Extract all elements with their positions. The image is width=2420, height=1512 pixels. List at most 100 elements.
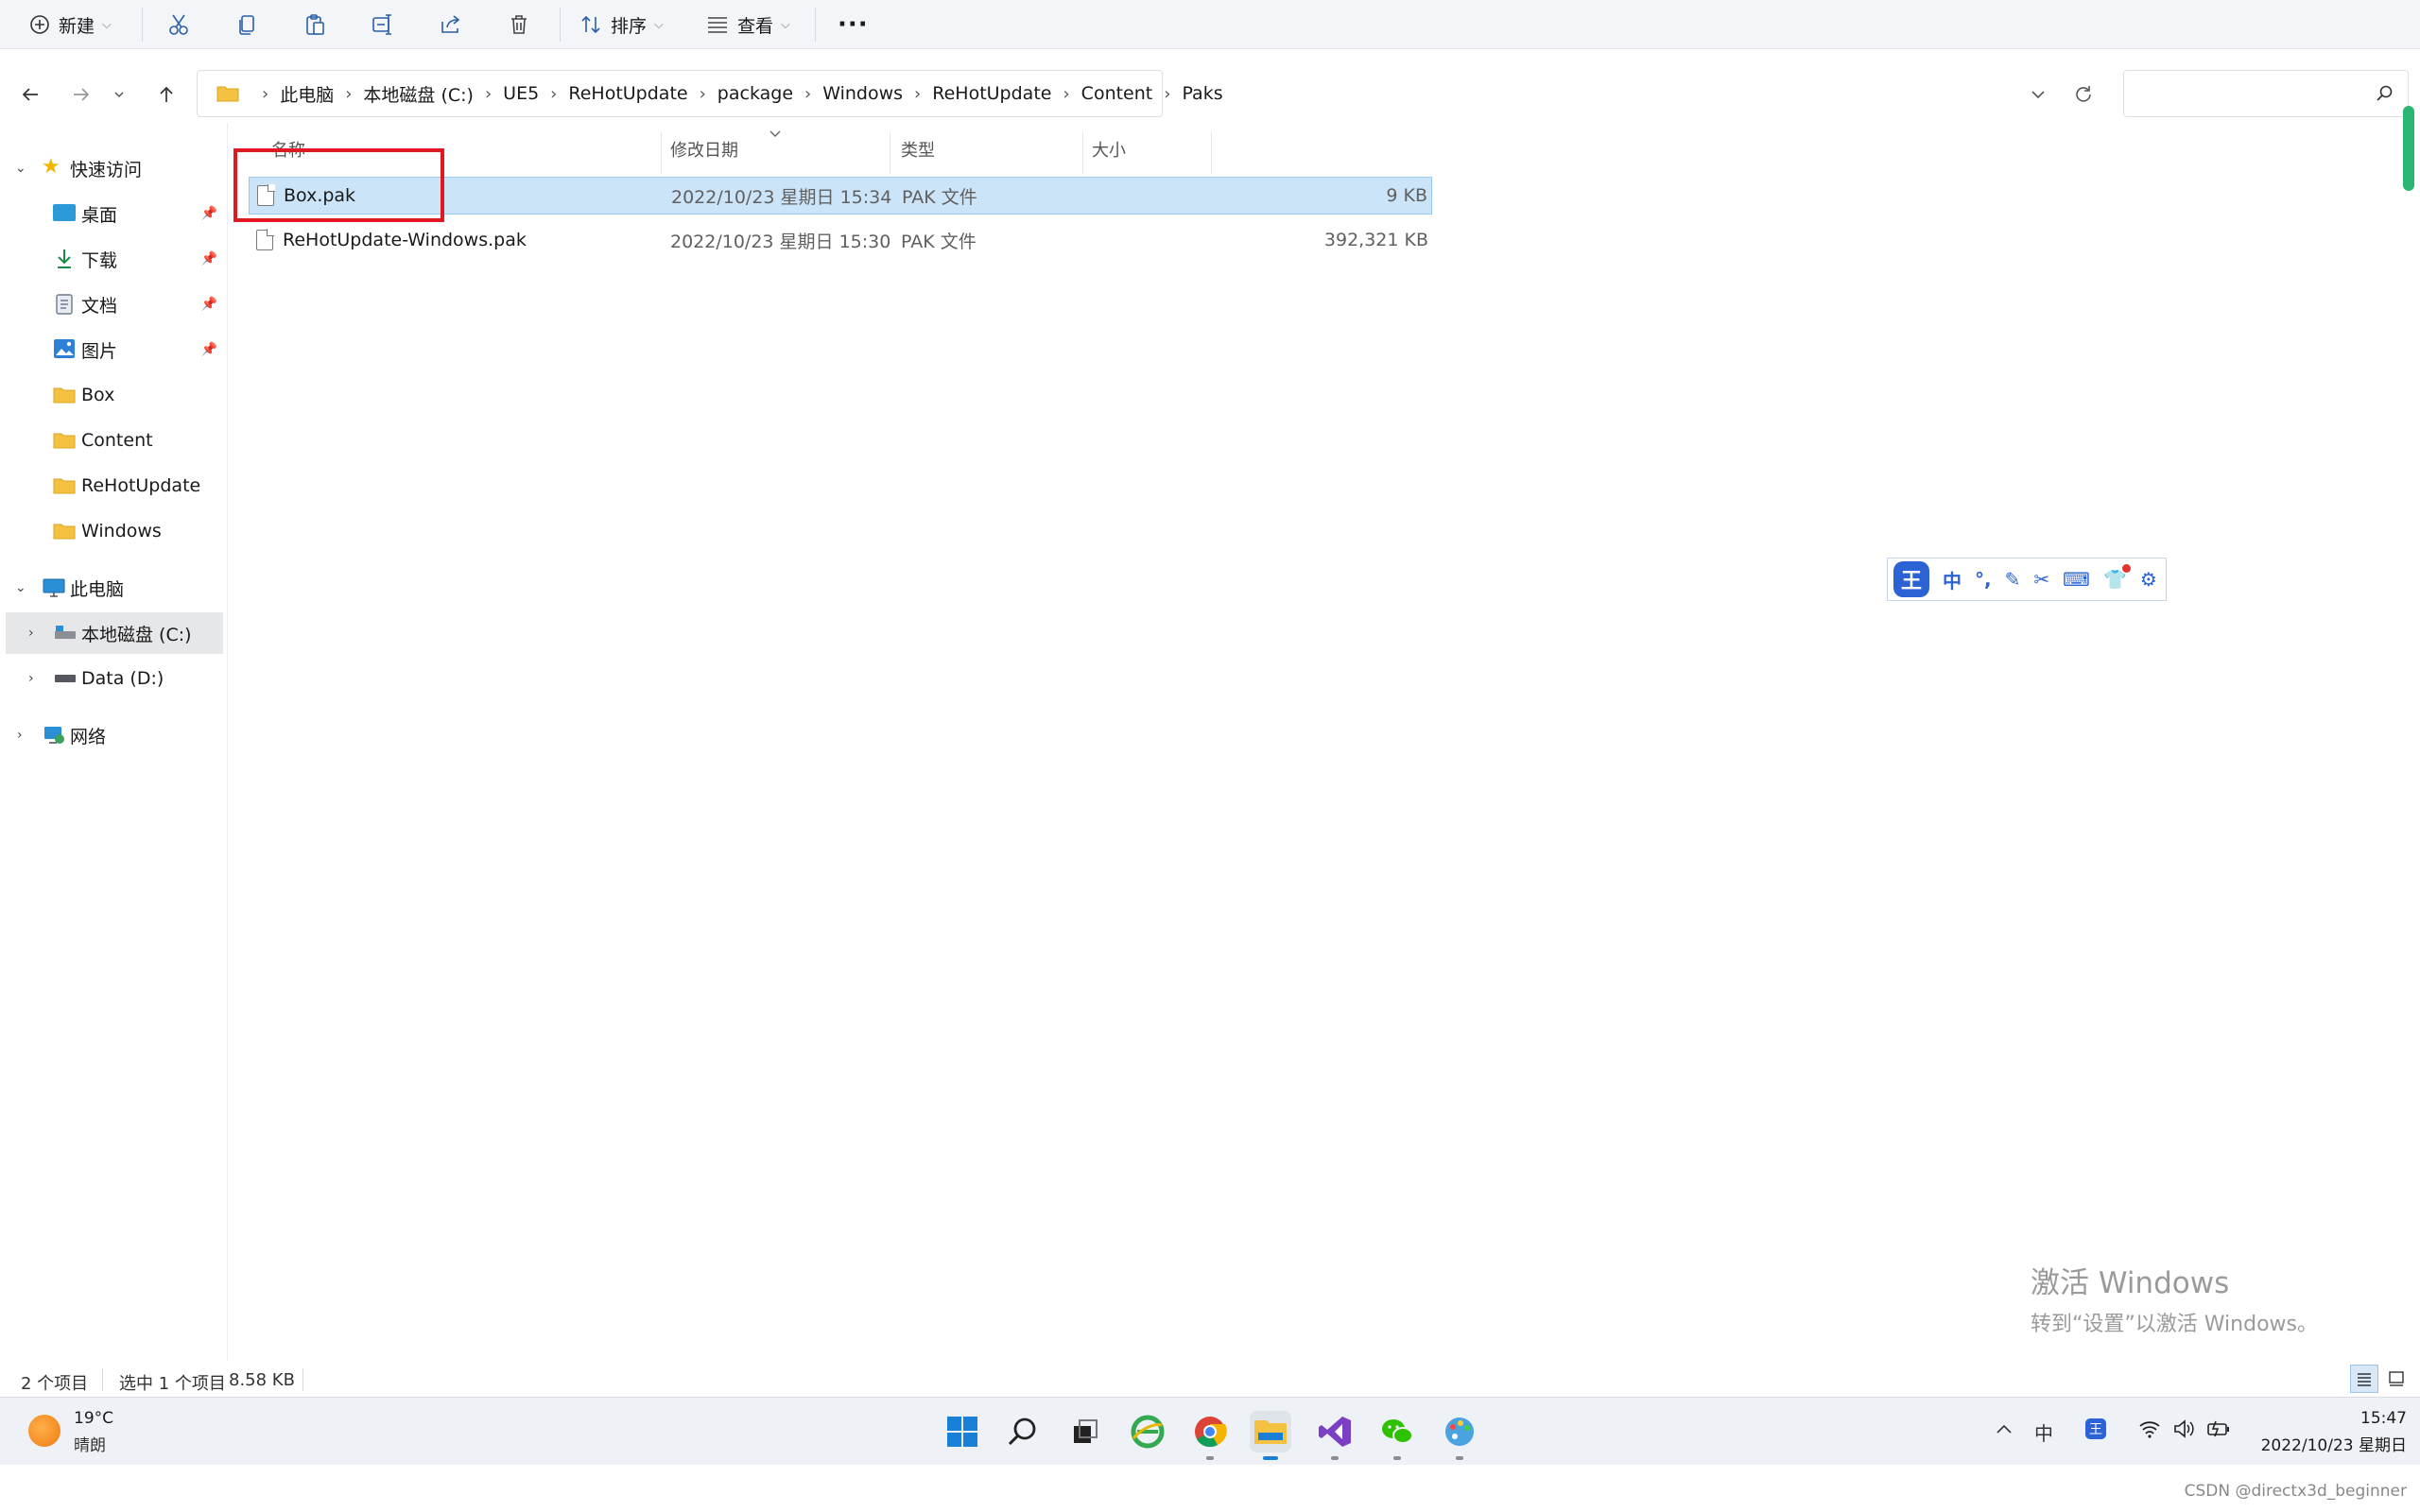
nav-item-windows[interactable]: Windows (0, 510, 223, 552)
gear-icon[interactable]: ⚙ (2140, 568, 2157, 591)
crumb-package[interactable]: package (717, 83, 793, 104)
copy-button[interactable] (234, 6, 259, 43)
nav-item-drive-d[interactable]: › Data (D:) (0, 658, 223, 699)
nav-quick-access[interactable]: ⌄ ★ 快速访问 (0, 147, 223, 189)
chevron-right-icon: › (914, 83, 922, 104)
nav-quick-access-label: 快速访问 (70, 159, 143, 180)
address-history-button[interactable] (2021, 77, 2055, 112)
ime-mode-toggle[interactable]: 中 (1943, 566, 1962, 593)
refresh-icon (2076, 86, 2091, 102)
details-view-button[interactable] (2350, 1365, 2378, 1393)
new-button[interactable]: 新建 ⌵ (28, 6, 112, 43)
crumb-ue5[interactable]: UE5 (503, 83, 539, 104)
paste-button[interactable] (302, 6, 327, 43)
keyboard-icon[interactable]: ⌨ (2063, 568, 2090, 591)
selection-count: 选中 1 个项目 (119, 1374, 226, 1394)
crumb-paks[interactable]: Paks (1182, 83, 1222, 104)
pin-icon: 📌 (200, 297, 217, 312)
nav-this-pc[interactable]: ⌄ 此电脑 (0, 567, 223, 609)
weather-temp[interactable]: 19°C (74, 1409, 113, 1428)
task-view-button[interactable] (1064, 1411, 1106, 1452)
paint-button[interactable] (1439, 1411, 1480, 1460)
refresh-button[interactable] (2066, 77, 2100, 112)
crumb-content[interactable]: Content (1081, 83, 1153, 104)
up-button[interactable] (149, 77, 183, 112)
edge-browser-button[interactable] (1127, 1411, 1168, 1452)
tray-ime-logo[interactable]: 王 (2085, 1418, 2106, 1439)
wechat-button[interactable] (1376, 1411, 1418, 1460)
nav-item-box[interactable]: Box (0, 374, 223, 416)
crumb-rehotupdate-2[interactable]: ReHotUpdate (932, 83, 1051, 104)
nav-item-rehotupdate[interactable]: ReHotUpdate (0, 465, 223, 507)
column-header-date[interactable]: 修改日期 (670, 132, 738, 166)
selection-size: 8.58 KB (229, 1370, 295, 1390)
nav-item-pictures[interactable]: 图片 📌 (0, 329, 223, 370)
column-divider[interactable] (661, 132, 662, 174)
activation-watermark: 激活 Windows 转到“设置”以激活 Windows。 (2031, 1259, 2318, 1337)
search-taskbar-button[interactable] (1002, 1411, 1044, 1452)
nav-item-drive-c[interactable]: › 本地磁盘 (C:) (6, 612, 223, 654)
tiles-view-button[interactable] (2382, 1365, 2411, 1393)
nav-item-content[interactable]: Content (0, 420, 223, 461)
column-divider[interactable] (1082, 132, 1083, 174)
recent-locations-button[interactable] (108, 77, 130, 112)
forward-button[interactable] (64, 77, 98, 112)
crumb-drive-c[interactable]: 本地磁盘 (C:) (363, 81, 474, 107)
crumb-windows[interactable]: Windows (822, 83, 903, 104)
table-row[interactable]: ReHotUpdate-Windows.pak 2022/10/23 星期日 1… (249, 222, 1432, 260)
weather-desc[interactable]: 晴朗 (74, 1432, 106, 1455)
nav-item-downloads[interactable]: 下载 📌 (0, 238, 223, 280)
file-explorer-button[interactable] (1250, 1411, 1291, 1460)
nav-item-documents[interactable]: 文档 📌 (0, 284, 223, 325)
column-divider[interactable] (1211, 132, 1212, 174)
ime-toolbar[interactable]: 王 中 °, ✎ ✂ ⌨ 👕 ⚙ (1887, 558, 2167, 601)
ime-logo[interactable]: 王 (1893, 561, 1929, 597)
clock-date[interactable]: 2022/10/23 星期日 (2246, 1432, 2407, 1455)
share-button[interactable] (439, 6, 463, 43)
battery-icon[interactable] (2206, 1418, 2231, 1439)
visual-studio-button[interactable] (1314, 1411, 1356, 1460)
cut-button[interactable] (166, 6, 191, 43)
search-icon (1008, 1418, 1036, 1446)
chevron-up-icon[interactable] (1995, 1420, 2014, 1439)
pen-icon[interactable]: ✎ (2005, 568, 2021, 591)
delete-button[interactable] (507, 6, 531, 43)
folder-icon (216, 86, 239, 102)
more-options-button[interactable]: ··· (838, 6, 869, 43)
chevron-right-icon: › (550, 83, 558, 104)
sort-button[interactable]: 排序 ⌵ (579, 6, 664, 43)
chrome-button[interactable] (1189, 1411, 1231, 1460)
tray-input-language[interactable]: 中 (2034, 1418, 2053, 1446)
view-button-label: 查看 (737, 15, 774, 37)
nav-network-label: 网络 (70, 726, 107, 747)
nav-network[interactable]: › 网络 (0, 714, 223, 756)
search-input[interactable] (2123, 70, 2409, 117)
back-button[interactable] (13, 77, 47, 112)
start-button[interactable] (942, 1411, 983, 1452)
windows-logo-icon (947, 1417, 977, 1447)
wifi-icon[interactable] (2138, 1418, 2161, 1439)
scissors-icon[interactable]: ✂ (2033, 568, 2049, 591)
volume-icon[interactable] (2172, 1418, 2195, 1439)
view-button[interactable]: 查看 ⌵ (705, 6, 790, 43)
crumb-this-pc[interactable]: 此电脑 (280, 81, 334, 107)
skin-shirt-icon[interactable]: 👕 (2103, 564, 2131, 591)
status-divider (302, 1368, 303, 1391)
copy-icon (239, 15, 254, 35)
rename-button[interactable] (371, 6, 395, 43)
command-bar: 新建 ⌵ 排序 ⌵ 查看 ⌵ ··· (0, 0, 2420, 49)
ime-punctuation-toggle[interactable]: °, (1975, 568, 1992, 591)
file-icon (256, 222, 274, 258)
status-divider (102, 1368, 103, 1391)
column-header-type[interactable]: 类型 (901, 132, 935, 166)
nav-item-desktop[interactable]: 桌面 📌 (0, 193, 223, 234)
clock-time[interactable]: 15:47 (2246, 1409, 2407, 1428)
crumb-rehotupdate[interactable]: ReHotUpdate (568, 83, 687, 104)
address-bar[interactable]: › 此电脑 › 本地磁盘 (C:) › UE5 › ReHotUpdate › … (197, 70, 1223, 117)
chevron-right-icon: › (28, 626, 34, 641)
column-header-size[interactable]: 大小 (1092, 132, 1126, 166)
source-credit: CSDN @directx3d_beginner (2184, 1482, 2407, 1501)
folder-icon (53, 433, 76, 449)
footer-strip: CSDN @directx3d_beginner (0, 1465, 2420, 1512)
weather-sun-icon[interactable] (28, 1415, 60, 1447)
